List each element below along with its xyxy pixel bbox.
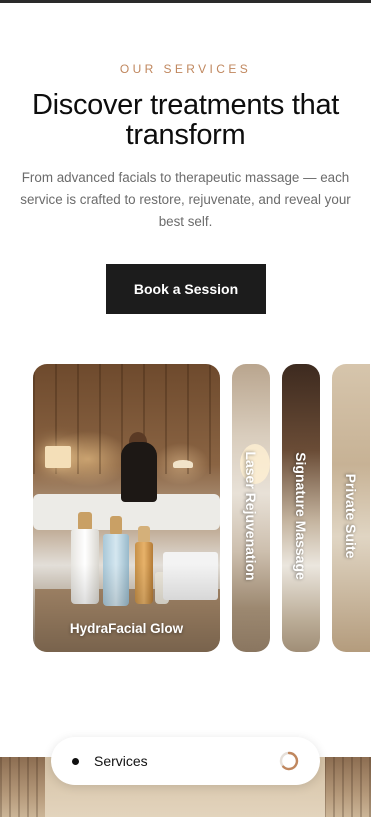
service-card-label: HydraFacial Glow (69, 621, 184, 636)
section-eyebrow: OUR SERVICES (119, 62, 252, 76)
service-card-label: Signature Massage (293, 452, 309, 580)
service-card-label: Private Suite (343, 473, 359, 559)
service-card-label: Laser Rejuvenation (243, 451, 259, 581)
service-card-private-suite[interactable]: Private Suite (332, 364, 370, 652)
progress-ring-icon (279, 751, 299, 771)
section-nav-pill[interactable]: Services (51, 737, 320, 785)
services-carousel[interactable]: HydraFacial Glow Laser Rejuvenation Sign… (0, 364, 371, 654)
bullet-dot-icon (72, 758, 79, 765)
top-border (0, 0, 371, 3)
section-subtitle: From advanced facials to therapeutic mas… (20, 170, 351, 229)
product-bottle (110, 516, 122, 536)
book-session-button[interactable]: Book a Session (106, 264, 266, 314)
section-nav-label: Services (94, 753, 148, 769)
service-card-massage[interactable]: Signature Massage (282, 364, 320, 652)
service-card-hydrafacial[interactable]: HydraFacial Glow (33, 364, 220, 652)
lamp-decoration (173, 460, 193, 468)
therapist-figure (121, 442, 157, 502)
service-card-laser[interactable]: Laser Rejuvenation (232, 364, 270, 652)
section-title: Discover treatments that transform (31, 89, 340, 151)
lamp-decoration (45, 446, 71, 468)
card-overlay (33, 564, 220, 652)
